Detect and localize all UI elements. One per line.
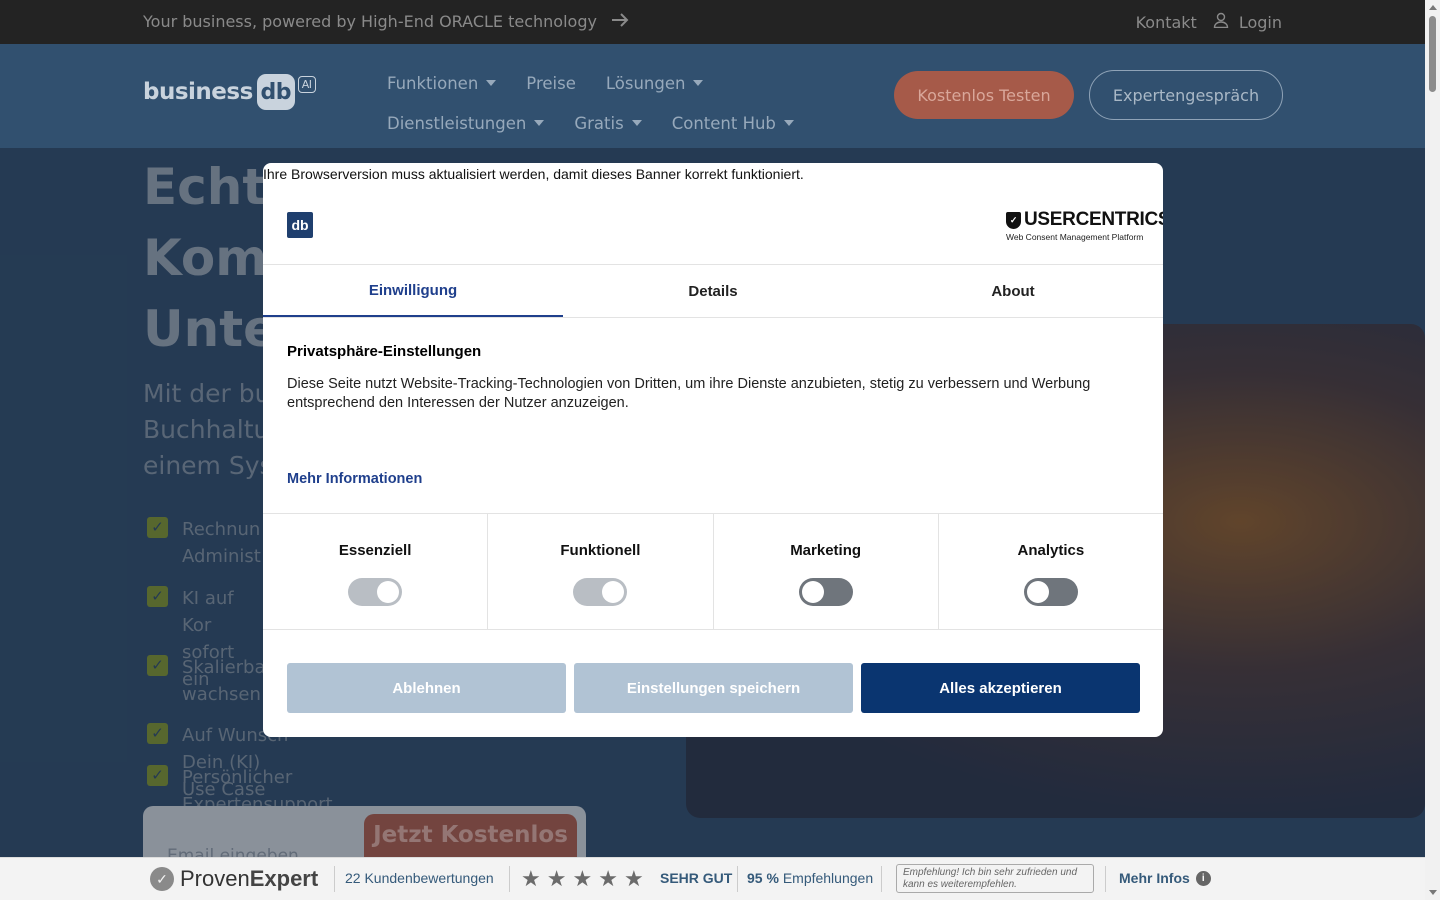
brand-logo: db [287, 212, 313, 238]
free-trial-button[interactable]: Kostenlos Testen [894, 71, 1074, 119]
consent-actions: Ablehnen Einstellungen speichern Alles a… [287, 663, 1140, 713]
consent-heading: Privatsphäre-Einstellungen [287, 343, 482, 360]
category-label: Funktionell [560, 542, 641, 559]
nav-item-loesungen[interactable]: Lösungen [606, 74, 704, 93]
category-essenziell: Essenziell [263, 514, 489, 629]
rating-label: SEHR GUT [660, 870, 733, 886]
top-bar: Your business, powered by High-End ORACL… [0, 0, 1425, 44]
login-label: Login [1238, 12, 1282, 32]
category-label: Essenziell [338, 542, 412, 559]
uc-subtitle: Web Consent Management Platform [1006, 232, 1144, 242]
marketing-toggle[interactable] [798, 578, 853, 606]
usercentrics-logo: ✓ USERCENTRICS Web Consent Management Pl… [1006, 209, 1163, 242]
divider [509, 866, 510, 892]
tab-about[interactable]: About [863, 265, 1163, 317]
nav-label: Funktionen [387, 73, 479, 93]
category-label: Analytics [1017, 542, 1085, 559]
more-infos-label: Mehr Infos [1119, 870, 1190, 886]
analytics-toggle[interactable] [1023, 578, 1078, 606]
review-quote: Empfehlung! Ich bin sehr zufrieden und k… [896, 864, 1094, 893]
nav-label: Content Hub [671, 113, 776, 133]
arrow-right-icon [611, 12, 629, 31]
nav-label: Lösungen [605, 73, 686, 93]
functional-toggle[interactable] [573, 578, 628, 606]
divider [334, 866, 335, 892]
star-icon: ★ [623, 866, 644, 891]
logo-badge: db [256, 74, 295, 110]
main-nav: Funktionen Preise Lösungen Dienstleistun… [387, 63, 857, 143]
proven-expert-bar[interactable]: ✓ ProvenExpert 22 Kundenbewertungen ★ ★ … [0, 857, 1425, 900]
accept-all-button[interactable]: Alles akzeptieren [861, 663, 1140, 713]
scroll-up-icon[interactable] [1429, 5, 1437, 10]
browser-notice: Ihre Browserversion muss aktualisiert we… [263, 166, 804, 182]
reviews-count: 22 Kundenbewertungen [345, 870, 494, 886]
caret-down-icon [631, 120, 642, 126]
category-analytics: Analytics [939, 514, 1163, 629]
tab-details[interactable]: Details [563, 265, 863, 317]
recommend-pct: 95 % [747, 870, 779, 886]
scroll-down-icon[interactable] [1429, 890, 1437, 895]
consent-dialog: Ihre Browserversion muss aktualisiert we… [263, 163, 1163, 737]
essential-toggle[interactable] [348, 578, 403, 606]
nav-item-gratis[interactable]: Gratis [574, 113, 642, 133]
star-icon: ★ [521, 866, 541, 891]
star-icon: ★ [546, 866, 567, 891]
nav-label: Dienstleistungen [387, 113, 527, 133]
contact-link[interactable]: Kontakt [1136, 13, 1197, 32]
divider [1105, 866, 1106, 892]
nav-item-content-hub[interactable]: Content Hub [672, 114, 794, 133]
nav-item-dienstleistungen[interactable]: Dienstleistungen [387, 113, 545, 133]
user-icon [1213, 12, 1229, 32]
logo-text: business [143, 79, 253, 105]
nav-item-funktionen[interactable]: Funktionen [387, 73, 497, 93]
tagline-text: Your business, powered by High-End ORACL… [143, 12, 597, 31]
deny-button[interactable]: Ablehnen [287, 663, 566, 713]
consent-tabs: Einwilligung Details About [263, 264, 1163, 318]
site-logo[interactable]: business db AI [143, 74, 316, 110]
nav-label: Preise [526, 73, 576, 93]
logo-ai-badge: AI [297, 75, 316, 93]
brand-light: Proven [180, 866, 250, 891]
expert-call-button[interactable]: Expertengespräch [1089, 70, 1283, 120]
more-infos-link[interactable]: Mehr Infos i [1119, 870, 1211, 886]
recommendations: 95 % Empfehlungen [747, 870, 873, 886]
consent-body: Privatsphäre-Einstellungen Diese Seite n… [287, 343, 1137, 413]
caret-down-icon [534, 120, 545, 126]
nav-label: Gratis [574, 113, 624, 133]
info-icon: i [1195, 870, 1211, 886]
more-info-link[interactable]: Mehr Informationen [287, 471, 422, 487]
consent-description: Diese Seite nutzt Website-Tracking-Techn… [287, 376, 1091, 411]
star-icon: ★ [572, 866, 593, 891]
caret-down-icon [486, 80, 497, 86]
nav-item-preise[interactable]: Preise [526, 74, 576, 93]
category-label: Marketing [790, 542, 862, 559]
star-icon: ★ [598, 866, 618, 891]
caret-down-icon [693, 80, 704, 86]
proven-expert-logo: ✓ ProvenExpert [150, 866, 318, 892]
save-settings-button[interactable]: Einstellungen speichern [574, 663, 853, 713]
caret-down-icon [783, 120, 794, 126]
uc-name: USERCENTRICS [1024, 209, 1163, 230]
category-marketing: Marketing [714, 514, 939, 629]
consent-categories: Essenziell Funktionell Marketing Analyti… [263, 513, 1163, 630]
tagline-link[interactable]: Your business, powered by High-End ORACL… [143, 12, 629, 31]
brand-bold: Expert [249, 866, 319, 891]
divider [737, 866, 738, 892]
site-header: business db AI Funktionen Preise Lösunge… [0, 44, 1425, 148]
category-funktionell: Funktionell [488, 514, 714, 629]
rating-stars: ★ ★ ★ ★ ★ [521, 866, 644, 892]
recommend-label: Empfehlungen [782, 870, 874, 886]
divider [881, 866, 882, 892]
check-badge-icon: ✓ [150, 867, 174, 891]
page-scrollbar[interactable] [1425, 0, 1440, 900]
login-link[interactable]: Login [1213, 12, 1282, 32]
shield-icon: ✓ [1006, 211, 1021, 229]
scrollbar-thumb[interactable] [1429, 16, 1436, 92]
tab-einwilligung[interactable]: Einwilligung [263, 265, 563, 317]
